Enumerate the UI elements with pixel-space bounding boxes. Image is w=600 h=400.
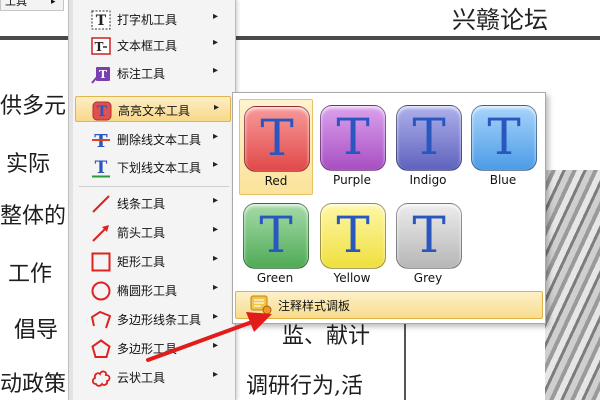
chevron-right-icon: ▸ [213,131,219,142]
chevron-right-icon: ▸ [213,11,219,22]
highlight-color-purple[interactable]: T Purple [316,99,388,193]
menu-item-arrow[interactable]: 箭头工具 ▸ [75,219,231,245]
svg-text:T: T [97,104,108,120]
menu-item-label: 标注工具 [117,67,166,81]
menu-item-label: 箭头工具 [117,226,166,240]
doc-line: 倡导 [14,318,59,343]
doc-line: 调研行为,活 [246,374,363,399]
color-label: Blue [489,173,517,187]
menu-item-underline-text[interactable]: T 下划线文本工具 ▸ [75,154,231,180]
color-label: Red [264,174,288,188]
color-label: Indigo [409,173,447,187]
highlight-t-icon: T [396,203,462,269]
comment-tools-menu: T 打字机工具 ▸ T 文本框工具 ▸ T 标注工具 ▸ T 高亮文本工具 ▸ … [68,0,236,400]
cloud-icon [91,370,111,387]
arrow-icon [92,225,109,242]
menu-item-label: 下划线文本工具 [117,161,202,175]
highlight-color-blue[interactable]: T Blue [467,99,539,193]
menu-item-label: 多边形工具 [117,342,178,356]
highlight-color-indigo[interactable]: T Indigo [392,99,464,193]
doc-line: 动政策 [0,372,67,397]
highlight-color-grey[interactable]: T Grey [392,197,464,291]
highlight-color-submenu: T Red T Purple T Indigo T Blue T Green T… [232,92,546,324]
menu-item-label: 打字机工具 [117,13,178,27]
chevron-right-icon: ▸ [213,311,219,322]
chevron-right-icon: ▸ [213,65,219,76]
menu-item-label: 高亮文本工具 [118,104,191,118]
menu-item-textbox[interactable]: T 文本框工具 ▸ [75,32,231,58]
highlight-color-red[interactable]: T Red [239,99,313,195]
polyline-icon [91,310,111,329]
highlight-t-icon: T [320,105,386,171]
svg-text:T: T [96,13,107,29]
color-label: Green [256,271,294,285]
color-label: Purple [333,173,371,187]
color-label: Grey [413,271,443,285]
document-photo [545,170,600,400]
chevron-right-icon: ▸ [213,369,219,380]
callout-icon: T [91,67,110,84]
polygon-icon [91,339,111,358]
svg-text:T: T [95,158,108,178]
chevron-right-icon: ▸ [51,0,56,7]
menu-item-polygon[interactable]: 多边形工具 ▸ [75,335,231,361]
menu-item-polyline[interactable]: 多边形线条工具 ▸ [75,306,231,332]
svg-text:T: T [99,68,108,81]
chevron-right-icon: ▸ [213,159,219,170]
menu-item-tools[interactable]: 工具 ▸ [0,0,64,11]
chevron-right-icon: ▸ [213,340,219,351]
menu-item-cloud[interactable]: 云状工具 ▸ [75,364,231,390]
menu-item-label: 工具 [5,0,27,8]
ellipse-icon [91,281,111,301]
highlight-t-icon: T [471,105,537,171]
menu-item-line[interactable]: 线条工具 ▸ [75,190,231,216]
chevron-right-icon: ▸ [214,102,220,113]
strikeout-text-icon: T [92,131,110,150]
doc-line: 整体的 [0,204,67,229]
menu-item-label: 多边形线条工具 [117,313,202,327]
highlight-t-icon: T [320,203,386,269]
chevron-right-icon: ▸ [213,37,219,48]
menu-item-label: 线条工具 [117,197,166,211]
highlight-color-green[interactable]: T Green [239,197,311,291]
menu-item-ellipse[interactable]: 椭圆形工具 ▸ [75,277,231,303]
menu-item-highlight-text[interactable]: T 高亮文本工具 ▸ [75,96,231,122]
chevron-right-icon: ▸ [213,224,219,235]
typewriter-icon: T [91,10,111,30]
highlight-t-icon: T [396,105,462,171]
palette-label: 注释样式调板 [278,299,351,313]
svg-text:T: T [95,40,104,54]
textbox-icon: T [91,37,111,55]
chevron-right-icon: ▸ [213,195,219,206]
chevron-right-icon: ▸ [213,282,219,293]
menu-item-strikeout-text[interactable]: T 删除线文本工具 ▸ [75,126,231,152]
doc-line: 供多元 [0,94,67,119]
menu-item-label: 文本框工具 [117,39,178,53]
menu-item-rectangle[interactable]: 矩形工具 ▸ [75,248,231,274]
menu-item-label: 云状工具 [117,371,166,385]
comment-style-palette-button[interactable]: 注释样式调板 [235,291,543,319]
document-header: 兴赣论坛 [452,6,548,34]
line-icon [92,195,110,213]
underline-text-icon: T [92,158,110,178]
menu-item-label: 矩形工具 [117,255,166,269]
highlight-color-yellow[interactable]: T Yellow [316,197,388,291]
menu-item-typewriter[interactable]: T 打字机工具 ▸ [75,6,231,32]
menu-item-label: 删除线文本工具 [117,133,202,147]
highlight-t-icon: T [243,203,309,269]
style-palette-icon [250,295,272,315]
rectangle-icon [91,252,111,272]
menu-item-callout[interactable]: T 标注工具 ▸ [75,60,231,86]
doc-line: 工作 [8,262,53,287]
chevron-right-icon: ▸ [213,253,219,264]
highlight-text-icon: T [92,101,112,121]
menu-separator [79,186,229,187]
highlight-t-icon: T [244,106,310,172]
color-label: Yellow [333,271,371,285]
menu-item-label: 椭圆形工具 [117,284,178,298]
doc-line: 实际 [6,152,51,177]
